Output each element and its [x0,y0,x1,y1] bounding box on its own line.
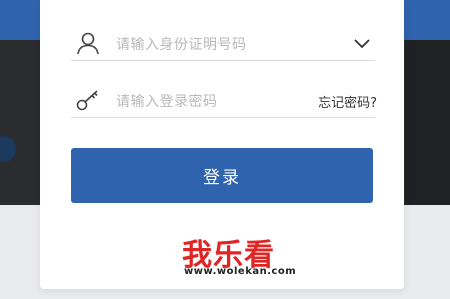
background-decoration [0,136,16,162]
password-placeholder: 请输入登录密码 [116,94,218,110]
login-button[interactable]: 登录 [71,148,373,203]
password-field[interactable]: 请输入登录密码 忘记密码? [71,83,377,118]
chevron-down-icon[interactable] [353,35,371,49]
watermark-url: www.wolekan.com [184,266,297,277]
background-strip [405,40,450,205]
id-number-field[interactable]: 请输入身份证明号码 [71,26,375,61]
id-number-placeholder: 请输入身份证明号码 [116,37,247,53]
forgot-password-link[interactable]: 忘记密码? [318,92,377,111]
key-icon [75,87,101,113]
user-icon [75,30,101,56]
watermark: 我乐看 www.wolekan.com [182,230,322,282]
